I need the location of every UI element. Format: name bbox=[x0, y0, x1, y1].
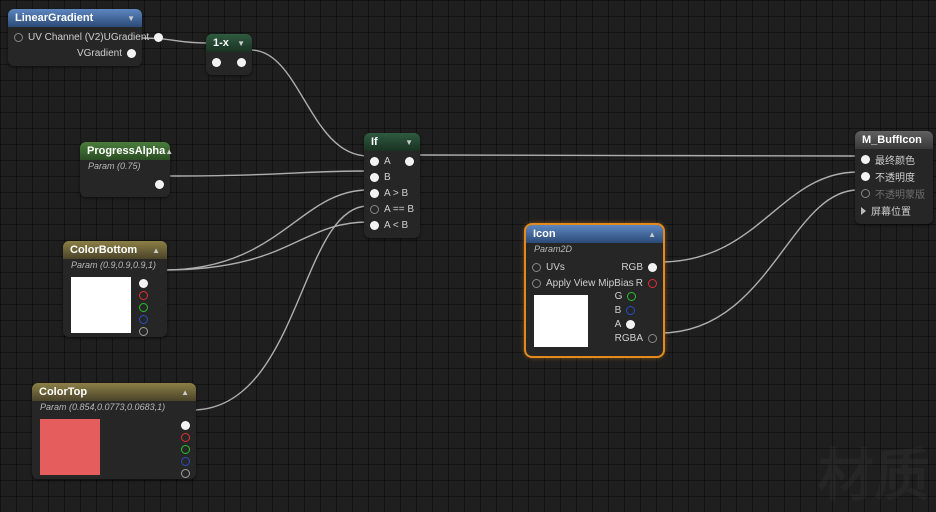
node-if[interactable]: If ▼ A B A > B A == B A < B bbox=[364, 133, 420, 238]
node-subtitle: Param (0.9,0.9,0.9,1) bbox=[63, 259, 167, 273]
node-subtitle: Param (0.854,0.0773,0.0683,1) bbox=[32, 401, 196, 415]
output-pin[interactable] bbox=[155, 180, 164, 189]
output-pin-a[interactable] bbox=[139, 327, 148, 336]
node-one-minus[interactable]: 1-x ▼ bbox=[206, 34, 252, 75]
node-title: ColorBottom bbox=[70, 244, 137, 256]
input-pin[interactable] bbox=[212, 58, 221, 67]
input-pin[interactable] bbox=[370, 157, 379, 166]
chevron-up-icon[interactable]: ▲ bbox=[165, 147, 173, 156]
node-body: UV Channel (V2) UGradient VGradient bbox=[8, 27, 142, 66]
node-header[interactable]: M_BuffIcon bbox=[855, 131, 933, 149]
output-pin-r[interactable] bbox=[181, 433, 190, 442]
output-pin[interactable] bbox=[405, 157, 414, 166]
node-subtitle: Param (0.75) bbox=[80, 160, 170, 174]
node-linear-gradient[interactable]: LinearGradient ▼ UV Channel (V2) UGradie… bbox=[8, 9, 142, 66]
chevron-up-icon[interactable]: ▲ bbox=[648, 230, 656, 239]
input-pin[interactable] bbox=[370, 173, 379, 182]
node-header[interactable]: Icon ▲ bbox=[526, 225, 663, 243]
node-subtitle: Param2D bbox=[526, 243, 663, 257]
color-swatch bbox=[40, 419, 100, 475]
output-pin[interactable] bbox=[181, 421, 190, 430]
input-pin[interactable] bbox=[370, 205, 379, 214]
output-pin-r[interactable] bbox=[139, 291, 148, 300]
node-title: Icon bbox=[533, 228, 556, 240]
color-swatch bbox=[71, 277, 131, 333]
node-title: ProgressAlpha bbox=[87, 145, 165, 157]
output-pin[interactable] bbox=[154, 33, 163, 42]
chevron-down-icon[interactable]: ▼ bbox=[127, 14, 135, 23]
input-pin-final-color[interactable] bbox=[861, 155, 870, 164]
output-pin-b[interactable] bbox=[139, 315, 148, 324]
node-color-bottom[interactable]: ColorBottom ▲ Param (0.9,0.9,0.9,1) bbox=[63, 241, 167, 337]
input-pin-screen-pos[interactable] bbox=[861, 207, 866, 215]
input-pin[interactable] bbox=[532, 263, 541, 272]
node-header[interactable]: If ▼ bbox=[364, 133, 420, 151]
output-pin-rgba[interactable] bbox=[648, 334, 657, 343]
node-icon[interactable]: Icon ▲ Param2D UVs RGB Apply View MipBia… bbox=[526, 225, 663, 356]
output-pin-b[interactable] bbox=[626, 306, 635, 315]
node-title: If bbox=[371, 136, 378, 148]
output-pin-a[interactable] bbox=[626, 320, 635, 329]
chevron-up-icon[interactable]: ▲ bbox=[181, 388, 189, 397]
output-pin[interactable] bbox=[139, 279, 148, 288]
input-pin[interactable] bbox=[370, 221, 379, 230]
output-pin-g[interactable] bbox=[627, 292, 636, 301]
node-title: 1-x bbox=[213, 37, 229, 49]
input-pin[interactable] bbox=[370, 189, 379, 198]
node-header[interactable]: ProgressAlpha ▲ bbox=[80, 142, 170, 160]
output-pin-r[interactable] bbox=[648, 279, 657, 288]
chevron-up-icon[interactable]: ▲ bbox=[152, 246, 160, 255]
input-pin-opacity-mask[interactable] bbox=[861, 189, 870, 198]
chevron-down-icon[interactable]: ▼ bbox=[237, 39, 245, 48]
node-progress-alpha[interactable]: ProgressAlpha ▲ Param (0.75) bbox=[80, 142, 170, 197]
output-pin-a[interactable] bbox=[181, 469, 190, 478]
output-pin-b[interactable] bbox=[181, 457, 190, 466]
chevron-down-icon[interactable]: ▼ bbox=[405, 138, 413, 147]
input-pin-opacity[interactable] bbox=[861, 172, 870, 181]
node-header[interactable]: ColorTop ▲ bbox=[32, 383, 196, 401]
input-pin[interactable] bbox=[14, 33, 23, 42]
output-pin-g[interactable] bbox=[181, 445, 190, 454]
input-pin[interactable] bbox=[532, 279, 541, 288]
output-pin-g[interactable] bbox=[139, 303, 148, 312]
node-header[interactable]: ColorBottom ▲ bbox=[63, 241, 167, 259]
output-pin-rgb[interactable] bbox=[648, 263, 657, 272]
node-header[interactable]: 1-x ▼ bbox=[206, 34, 252, 52]
output-pin[interactable] bbox=[237, 58, 246, 67]
node-header[interactable]: LinearGradient ▼ bbox=[8, 9, 142, 27]
node-material-output[interactable]: M_BuffIcon 最终颜色 不透明度 不透明蒙版 屏幕位置 bbox=[855, 131, 933, 224]
texture-preview bbox=[534, 295, 588, 347]
output-pin[interactable] bbox=[127, 49, 136, 58]
node-title: ColorTop bbox=[39, 386, 87, 398]
node-title: LinearGradient bbox=[15, 12, 93, 24]
node-title: M_BuffIcon bbox=[862, 134, 922, 146]
node-color-top[interactable]: ColorTop ▲ Param (0.854,0.0773,0.0683,1) bbox=[32, 383, 196, 479]
